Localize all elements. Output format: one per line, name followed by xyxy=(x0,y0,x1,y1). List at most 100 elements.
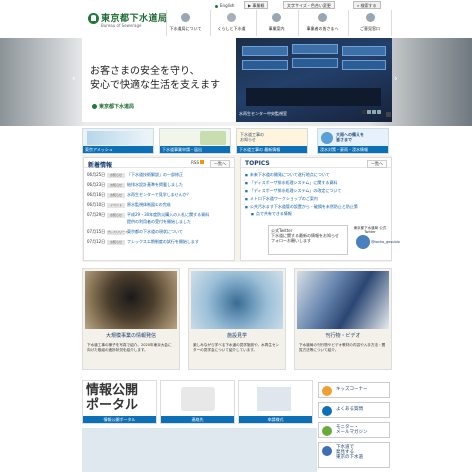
news-item[interactable]: 06月23日 お知らせ 給排水設計基準を掲載しました xyxy=(87,182,183,188)
news-tag: プレスリリース xyxy=(107,230,128,235)
news-tag: お知らせ xyxy=(107,173,125,178)
mascot-twitter[interactable]: 東京都下水道局 公式Twitter @tocho_gesuido xyxy=(352,226,400,256)
slider-prev-icon[interactable]: ‹ xyxy=(72,74,76,84)
news-item[interactable]: 07月12日 お知らせ フレックスエ期制度の試行を開始します xyxy=(87,239,199,245)
banner-label: 東京アメッシュ xyxy=(83,146,153,153)
news-tag: お知らせ xyxy=(107,213,125,218)
globe-icon xyxy=(215,4,218,8)
hero-slide[interactable]: お客さまの安全を守り、 安心で快適な生活を支えます 東京都下水道局 水再生センタ… xyxy=(82,38,392,122)
side-label: よくある質問 xyxy=(336,407,363,412)
hero-logo: 東京都下水道局 xyxy=(92,103,134,110)
building-icon xyxy=(181,13,190,22)
news-header: 新着情報 RSS 一覧へ xyxy=(84,158,234,169)
font-size-color-button[interactable]: 文字サイズ・色合い変更 xyxy=(283,1,335,9)
news-heading: 新着情報 xyxy=(88,162,113,169)
banner-title: 大雨への備えを 皆さまで xyxy=(336,132,364,142)
card-description: 下水道局の刊行物やビデオ教材の内容や入手方法・閲覧方法等について紹介。 xyxy=(299,343,386,352)
tunnel-photo xyxy=(85,271,177,329)
nav-label: 事業者の皆さまへ xyxy=(306,26,339,31)
monitor-screen xyxy=(242,60,288,70)
umbrella-icon xyxy=(321,132,333,144)
card-description: 楽しみながら学べる下水道の見学施設や、水再生センターの見学会について紹介していま… xyxy=(193,343,280,352)
side-discover[interactable]: 下水道で 発見する 東京の下水道 xyxy=(318,442,390,468)
topics-more-button[interactable]: 一覧へ xyxy=(367,160,387,168)
nav-about[interactable]: 下水道局について xyxy=(166,10,204,36)
news-item-continued[interactable]: 提供の利用者の受付を開始しました xyxy=(127,219,191,225)
portal-title-1: 情報公開 xyxy=(86,383,139,398)
pager-dot[interactable] xyxy=(362,110,366,114)
banner-amesh[interactable]: 東京アメッシュ xyxy=(82,128,154,154)
banner-flood[interactable]: 大雨への備えを 皆さまで 浸水対策・豪雨・浸水情報 xyxy=(317,128,389,154)
news-item[interactable]: 06月16日 お知らせ 水再生センターで見学しませんか？ xyxy=(87,192,191,198)
mascot-caption: 東京都下水道局 公式Twitter xyxy=(353,226,387,234)
card-publications[interactable]: 刊行物・ビデオ 下水道局の刊行物やビデオ教材の内容や入手方法・閲覧方法等について… xyxy=(294,268,392,370)
contacts-banner[interactable]: 連絡先 xyxy=(160,380,235,424)
news-item[interactable]: 07月29日 お知らせ 平成29・30年度防災購入の入札に関する資料 xyxy=(87,212,209,218)
pipe-illustration xyxy=(200,131,226,145)
tokyo-logo-icon[interactable] xyxy=(88,13,99,24)
rss-link[interactable]: RSS xyxy=(191,160,204,165)
nav-life[interactable]: くらしと下水道 xyxy=(210,10,252,36)
search-button[interactable]: ⌕ 検索する xyxy=(353,1,381,9)
banner-label: 連絡先 xyxy=(161,416,234,423)
news-text: 平成29・30年度防災購入の入札に関する資料 xyxy=(127,212,210,217)
monitor-screen xyxy=(242,46,288,56)
forms-banner[interactable]: 申請様式 xyxy=(238,380,313,424)
pager-dot[interactable] xyxy=(372,110,376,114)
rss-icon xyxy=(200,160,204,164)
news-item[interactable]: 06月25日 お知らせ 「下水道技術解説」の一部修正 xyxy=(87,172,183,178)
pager-dot[interactable] xyxy=(367,110,371,114)
banner-application[interactable]: 下水道事業申請・届出 xyxy=(159,128,231,154)
topic-item[interactable]: 「ディスポーザ排水処理システム」の改定について xyxy=(245,188,341,194)
news-date: 06月16日 xyxy=(87,192,106,197)
news-item[interactable]: 07月15日 プレスリリース東京都の下水道の現状について xyxy=(87,229,183,235)
portal-title-2: ポータル xyxy=(86,398,139,413)
pager-dot[interactable] xyxy=(377,110,381,114)
news-tag: お知らせ xyxy=(107,240,125,245)
slider-next-icon[interactable]: › xyxy=(394,74,398,84)
topic-item[interactable]: 公共汚水ます下水道管の設置から・破損を未然防止と防止策 xyxy=(245,204,358,210)
news-date: 07月15日 xyxy=(87,229,106,234)
news-text: 水再生センターで見学しませんか？ xyxy=(127,192,191,197)
news-tag: お知らせ xyxy=(107,193,125,198)
region-select[interactable]: ▶ 事業概 xyxy=(244,1,269,9)
banner-title: 下水道工事の お知らせ xyxy=(240,132,264,142)
monitor-screen xyxy=(342,46,386,56)
nav-business[interactable]: 事業案内 xyxy=(256,10,296,36)
news-item[interactable]: 06月10日 イベント 原水監視体制図①の完成 xyxy=(87,202,171,208)
nav-businesses[interactable]: 事業者の皆さまへ xyxy=(298,10,346,36)
hero-copy-line2: 安心で快適な生活を支えます xyxy=(90,80,220,91)
card-facility-tour[interactable]: 施設見学 楽しみながら学べる下水道の見学施設や、水再生センターの見学会について紹… xyxy=(188,268,286,370)
tokyo-logo-icon xyxy=(92,104,97,109)
monitor-screen xyxy=(342,60,386,70)
map-icon xyxy=(322,446,332,456)
bottom-photo-strip xyxy=(82,428,317,472)
side-monitor[interactable]: モニター・ メールマガジン xyxy=(318,422,390,438)
topic-item[interactable]: 「ディスポーザ排水処理システム」に関する資料 xyxy=(245,180,338,186)
info-portal-banner[interactable]: 情報公開 ポータル 情報公開ポータル xyxy=(82,380,157,424)
pause-icon[interactable] xyxy=(386,112,391,117)
english-link[interactable]: English xyxy=(215,3,234,8)
facility-photo xyxy=(191,271,283,329)
nav-contact[interactable]: ご意見窓口 xyxy=(348,10,392,36)
hero-logo-text: 東京都下水道局 xyxy=(99,104,135,110)
briefcase-icon xyxy=(318,13,327,22)
card-large-projects[interactable]: 大規模事業の情報発信 下水道工事の様子を写真で紹介。2020年東京大会に向けた取… xyxy=(82,268,180,370)
card-title: 刊行物・ビデオ xyxy=(325,333,361,339)
topic-item-continued[interactable]: 点で共有できる情報 xyxy=(251,211,292,217)
nav-label: ご意見窓口 xyxy=(360,26,380,31)
search-label: 検索する xyxy=(360,3,377,8)
site-header: 東京都下水道局 Bureau of Sewerage English ▶ 事業概… xyxy=(0,0,472,38)
topic-item[interactable]: メトロ下水道ワークショップのご案内 xyxy=(245,196,318,202)
document-icon xyxy=(272,13,281,22)
banner-label: 下水道工事の 最新情報 xyxy=(237,146,307,153)
side-faq[interactable]: よくある質問 xyxy=(318,402,390,418)
banner-construction[interactable]: 下水道工事の お知らせ 下水道工事の 最新情報 xyxy=(236,128,308,154)
twitter-box[interactable]: 公式Twitter 下水道に関する最新の情報をお知らせ フォローお願いします xyxy=(268,225,348,255)
topic-item[interactable]: 未来下水道の開発について遂行地点について xyxy=(245,172,330,178)
news-more-button[interactable]: 一覧へ xyxy=(210,160,230,168)
slider-pager xyxy=(362,110,382,115)
side-kids-corner[interactable]: キッズコーナー xyxy=(318,382,390,398)
news-text: 給排水設計基準を掲載しました xyxy=(127,182,183,187)
news-text: 提供の利用者の受付を開始しました xyxy=(127,219,191,224)
